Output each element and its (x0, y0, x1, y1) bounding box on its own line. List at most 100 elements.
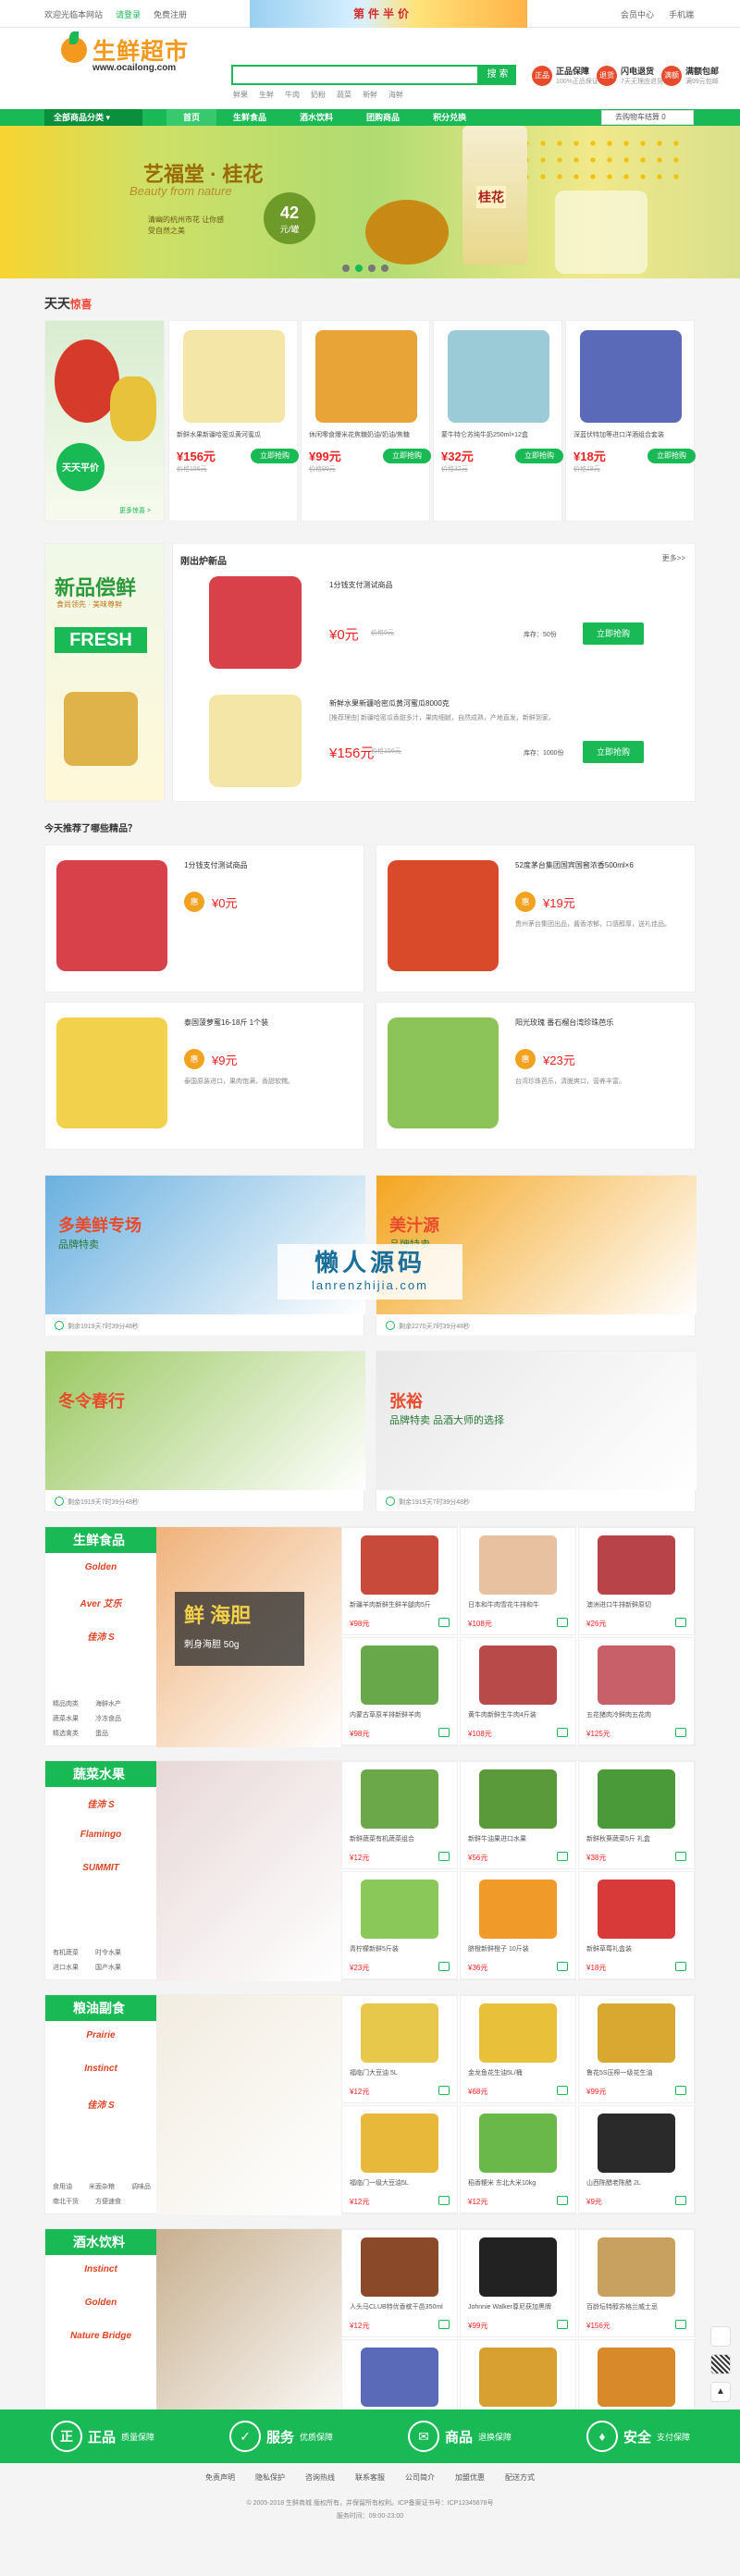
footer-link[interactable]: 加盟优惠 (455, 2472, 485, 2483)
login-link[interactable]: 请登录 (116, 8, 141, 20)
floor-product-cell[interactable]: 福临门一级大豆油5L ¥12元 (341, 2105, 458, 2213)
brand-logo[interactable]: Golden (45, 2288, 156, 2322)
cart-button[interactable]: 去购物车结算 0 (601, 110, 694, 125)
hot-word[interactable]: 牛肉 (285, 90, 300, 100)
register-link[interactable]: 免费注册 (154, 8, 187, 20)
brand-logo[interactable]: 佳沛 S (45, 1787, 156, 1820)
floor-product-cell[interactable]: 五花猪肉冷鲜肉五花肉 ¥125元 (578, 1637, 695, 1745)
daily-product-card[interactable]: 蒙牛特仑苏纯牛奶250ml×12盒 ¥32元 价格32元 立即抢购 (433, 320, 563, 522)
buy-now-button[interactable]: 立即抢购 (583, 622, 644, 645)
daily-promo-card[interactable]: 天天平价 更多惊喜 > (44, 320, 165, 522)
cart-icon[interactable] (438, 1962, 450, 1971)
carousel-dot[interactable] (381, 265, 388, 272)
nav-item-drinks[interactable]: 酒水饮料 (283, 109, 350, 126)
cart-icon[interactable] (557, 2320, 568, 2329)
cart-icon[interactable] (557, 2086, 568, 2095)
buy-now-button[interactable]: 立即抢购 (383, 449, 431, 463)
nav-item-home[interactable]: 首页 (166, 109, 217, 126)
cart-icon[interactable] (675, 1728, 686, 1737)
floor-tag[interactable]: 精品肉类 (53, 1699, 79, 1708)
daily-product-card[interactable]: 休闲零食爆米花焦糖奶油/奶油/焦糖 ¥99元 价格99元 立即抢购 (301, 320, 431, 522)
carousel-dot[interactable] (368, 265, 376, 272)
floor-product-cell[interactable]: 澳洲进口牛排新鲜原切 ¥26元 (578, 1527, 695, 1635)
floor-tag[interactable]: 进口水果 (53, 1963, 79, 1972)
cart-icon[interactable] (675, 1618, 686, 1627)
footer-link[interactable]: 隐私保护 (255, 2472, 285, 2483)
floor-product-cell[interactable]: 金龙鱼花生油5L/桶 ¥68元 (460, 1995, 576, 2103)
floor-hero-image[interactable] (156, 1761, 341, 1981)
cart-icon[interactable] (675, 2320, 686, 2329)
brand-logo[interactable]: Instinct (45, 2054, 156, 2088)
floor-tag[interactable]: 国产水果 (95, 1963, 121, 1972)
brand-sale-card[interactable]: 冬令春行 剩余1919天7时39分48秒 (44, 1350, 365, 1512)
floor-product-cell[interactable]: 稻香粳米 东北大米10kg ¥12元 (460, 2105, 576, 2213)
search-input[interactable] (231, 65, 479, 85)
brand-logo[interactable]: Nature Bridge (45, 2322, 156, 2355)
hot-word[interactable]: 生鲜 (259, 90, 274, 100)
floor-product-cell[interactable]: 黄牛肉新鲜生牛肉4斤装 ¥108元 (460, 1637, 576, 1745)
floor-tag[interactable]: 米面杂粮 (89, 2182, 115, 2191)
cart-icon[interactable] (675, 2086, 686, 2095)
new-list-more[interactable]: 更多>> (662, 553, 685, 563)
cart-icon[interactable] (557, 1618, 568, 1627)
floor-product-cell[interactable]: 鲁花5S压榨一级花生油 ¥99元 (578, 1995, 695, 2103)
floor-product-cell[interactable]: 新鲜牛油果进口水果 ¥56元 (460, 1761, 576, 1869)
floor-product-cell[interactable]: Johnnie Walker尊尼获加黑牌 ¥99元 (460, 2229, 576, 2337)
floor-tag[interactable]: 有机蔬菜 (53, 1948, 79, 1957)
nav-item-groupbuy[interactable]: 团购商品 (350, 109, 416, 126)
brand-logo[interactable]: Instinct (45, 2255, 156, 2288)
footer-link[interactable]: 免责声明 (205, 2472, 235, 2483)
floor-tag[interactable]: 南北干货 (53, 2197, 79, 2206)
site-logo[interactable]: 生鲜超市 www.ocailong.com (61, 31, 198, 76)
mobile-link[interactable]: 手机端 (669, 8, 694, 20)
floor-product-cell[interactable]: 青柠檬新鲜5斤装 ¥23元 (341, 1871, 458, 1979)
floor-tag[interactable]: 冷冻食品 (95, 1714, 121, 1723)
nav-item-fresh[interactable]: 生鲜食品 (216, 109, 283, 126)
buy-now-button[interactable]: 立即抢购 (251, 449, 299, 463)
recommend-card[interactable]: 1分钱支付测试商品惠 ¥0元 (44, 844, 364, 992)
floor-product-cell[interactable]: 脐橙新鲜橙子 10斤装 ¥36元 (460, 1871, 576, 1979)
brand-logo[interactable]: 佳沛 S (45, 2088, 156, 2121)
cart-icon[interactable] (438, 1852, 450, 1861)
customer-service-icon[interactable] (710, 2326, 731, 2347)
daily-product-card[interactable]: 深蓝伏特加等进口洋酒组合套装 ¥18元 价格18元 立即抢购 (565, 320, 696, 522)
recommend-card[interactable]: 泰国菠萝蜜16-18斤 1个装惠 ¥9元 泰国原装进口，果肉饱满，香甜软糯。 (44, 1002, 364, 1150)
floor-product-cell[interactable]: 新鲜蔬菜有机蔬菜组合 ¥12元 (341, 1761, 458, 1869)
top-promo-banner[interactable]: 第 件 半 价 (250, 0, 527, 28)
new-item-row[interactable]: 新鲜水果新疆哈密瓜黄河蜜瓜8000克 [推荐理由] 新疆哈密瓜香甜多汁，果肉细腻，… (172, 685, 696, 796)
cart-icon[interactable] (675, 1962, 686, 1971)
new-arrival-side[interactable]: 新品偿鲜 食尚领先 · 美味尊鲜 FRESH (44, 543, 165, 802)
floor-product-cell[interactable]: 百龄坛特醇苏格兰威士忌 ¥156元 (578, 2229, 695, 2337)
cart-icon[interactable] (557, 2196, 568, 2205)
brand-logo[interactable]: 佳沛 S (45, 1620, 156, 1653)
qrcode-icon[interactable] (710, 2354, 731, 2374)
floor-tag[interactable]: 蔬菜水果 (53, 1714, 79, 1723)
floor-product-cell[interactable]: 山西陈醋老陈醋 2L ¥9元 (578, 2105, 695, 2213)
brand-logo[interactable]: Flamingo (45, 1820, 156, 1854)
daily-product-card[interactable]: 新鲜水果新疆哈密瓜黄河蜜瓜 ¥156元 价格156元 立即抢购 (168, 320, 299, 522)
cart-icon[interactable] (438, 2196, 450, 2205)
floor-tag[interactable]: 方便速食 (95, 2197, 121, 2206)
new-item-row[interactable]: 1分钱支付测试商品 ¥0元 价格0元 库存：50份 立即抢购 (172, 567, 696, 678)
floor-product-cell[interactable]: 新疆羊肉新鲜生鲜羊腿肉5斤 ¥98元 (341, 1527, 458, 1635)
floor-hero-image[interactable]: 鲜 海胆 刺身海胆 50g (156, 1527, 341, 1747)
cart-icon[interactable] (438, 2086, 450, 2095)
floor-tag[interactable]: 蛋品 (95, 1729, 108, 1738)
brand-logo[interactable]: Golden (45, 1553, 156, 1586)
floor-hero-image[interactable] (156, 1995, 341, 2215)
floor-product-cell[interactable]: 福临门大豆油 5L ¥12元 (341, 1995, 458, 2103)
floor-tag[interactable]: 时令水果 (95, 1948, 121, 1957)
carousel-dot[interactable] (355, 265, 363, 272)
back-to-top-icon[interactable]: ▲ (710, 2382, 731, 2402)
cart-icon[interactable] (438, 2320, 450, 2329)
cart-icon[interactable] (557, 1852, 568, 1861)
buy-now-button[interactable]: 立即抢购 (515, 449, 563, 463)
hot-word[interactable]: 海鲜 (388, 90, 403, 100)
hot-word[interactable]: 鲜果 (233, 90, 248, 100)
floor-product-cell[interactable]: 新鲜秋葵蔬菜5斤 礼盒 ¥38元 (578, 1761, 695, 1869)
cart-icon[interactable] (438, 1618, 450, 1627)
hot-word[interactable]: 新鲜 (363, 90, 377, 100)
carousel-dot[interactable] (342, 265, 350, 272)
footer-link[interactable]: 配送方式 (505, 2472, 535, 2483)
floor-tag[interactable]: 食用油 (53, 2182, 72, 2191)
